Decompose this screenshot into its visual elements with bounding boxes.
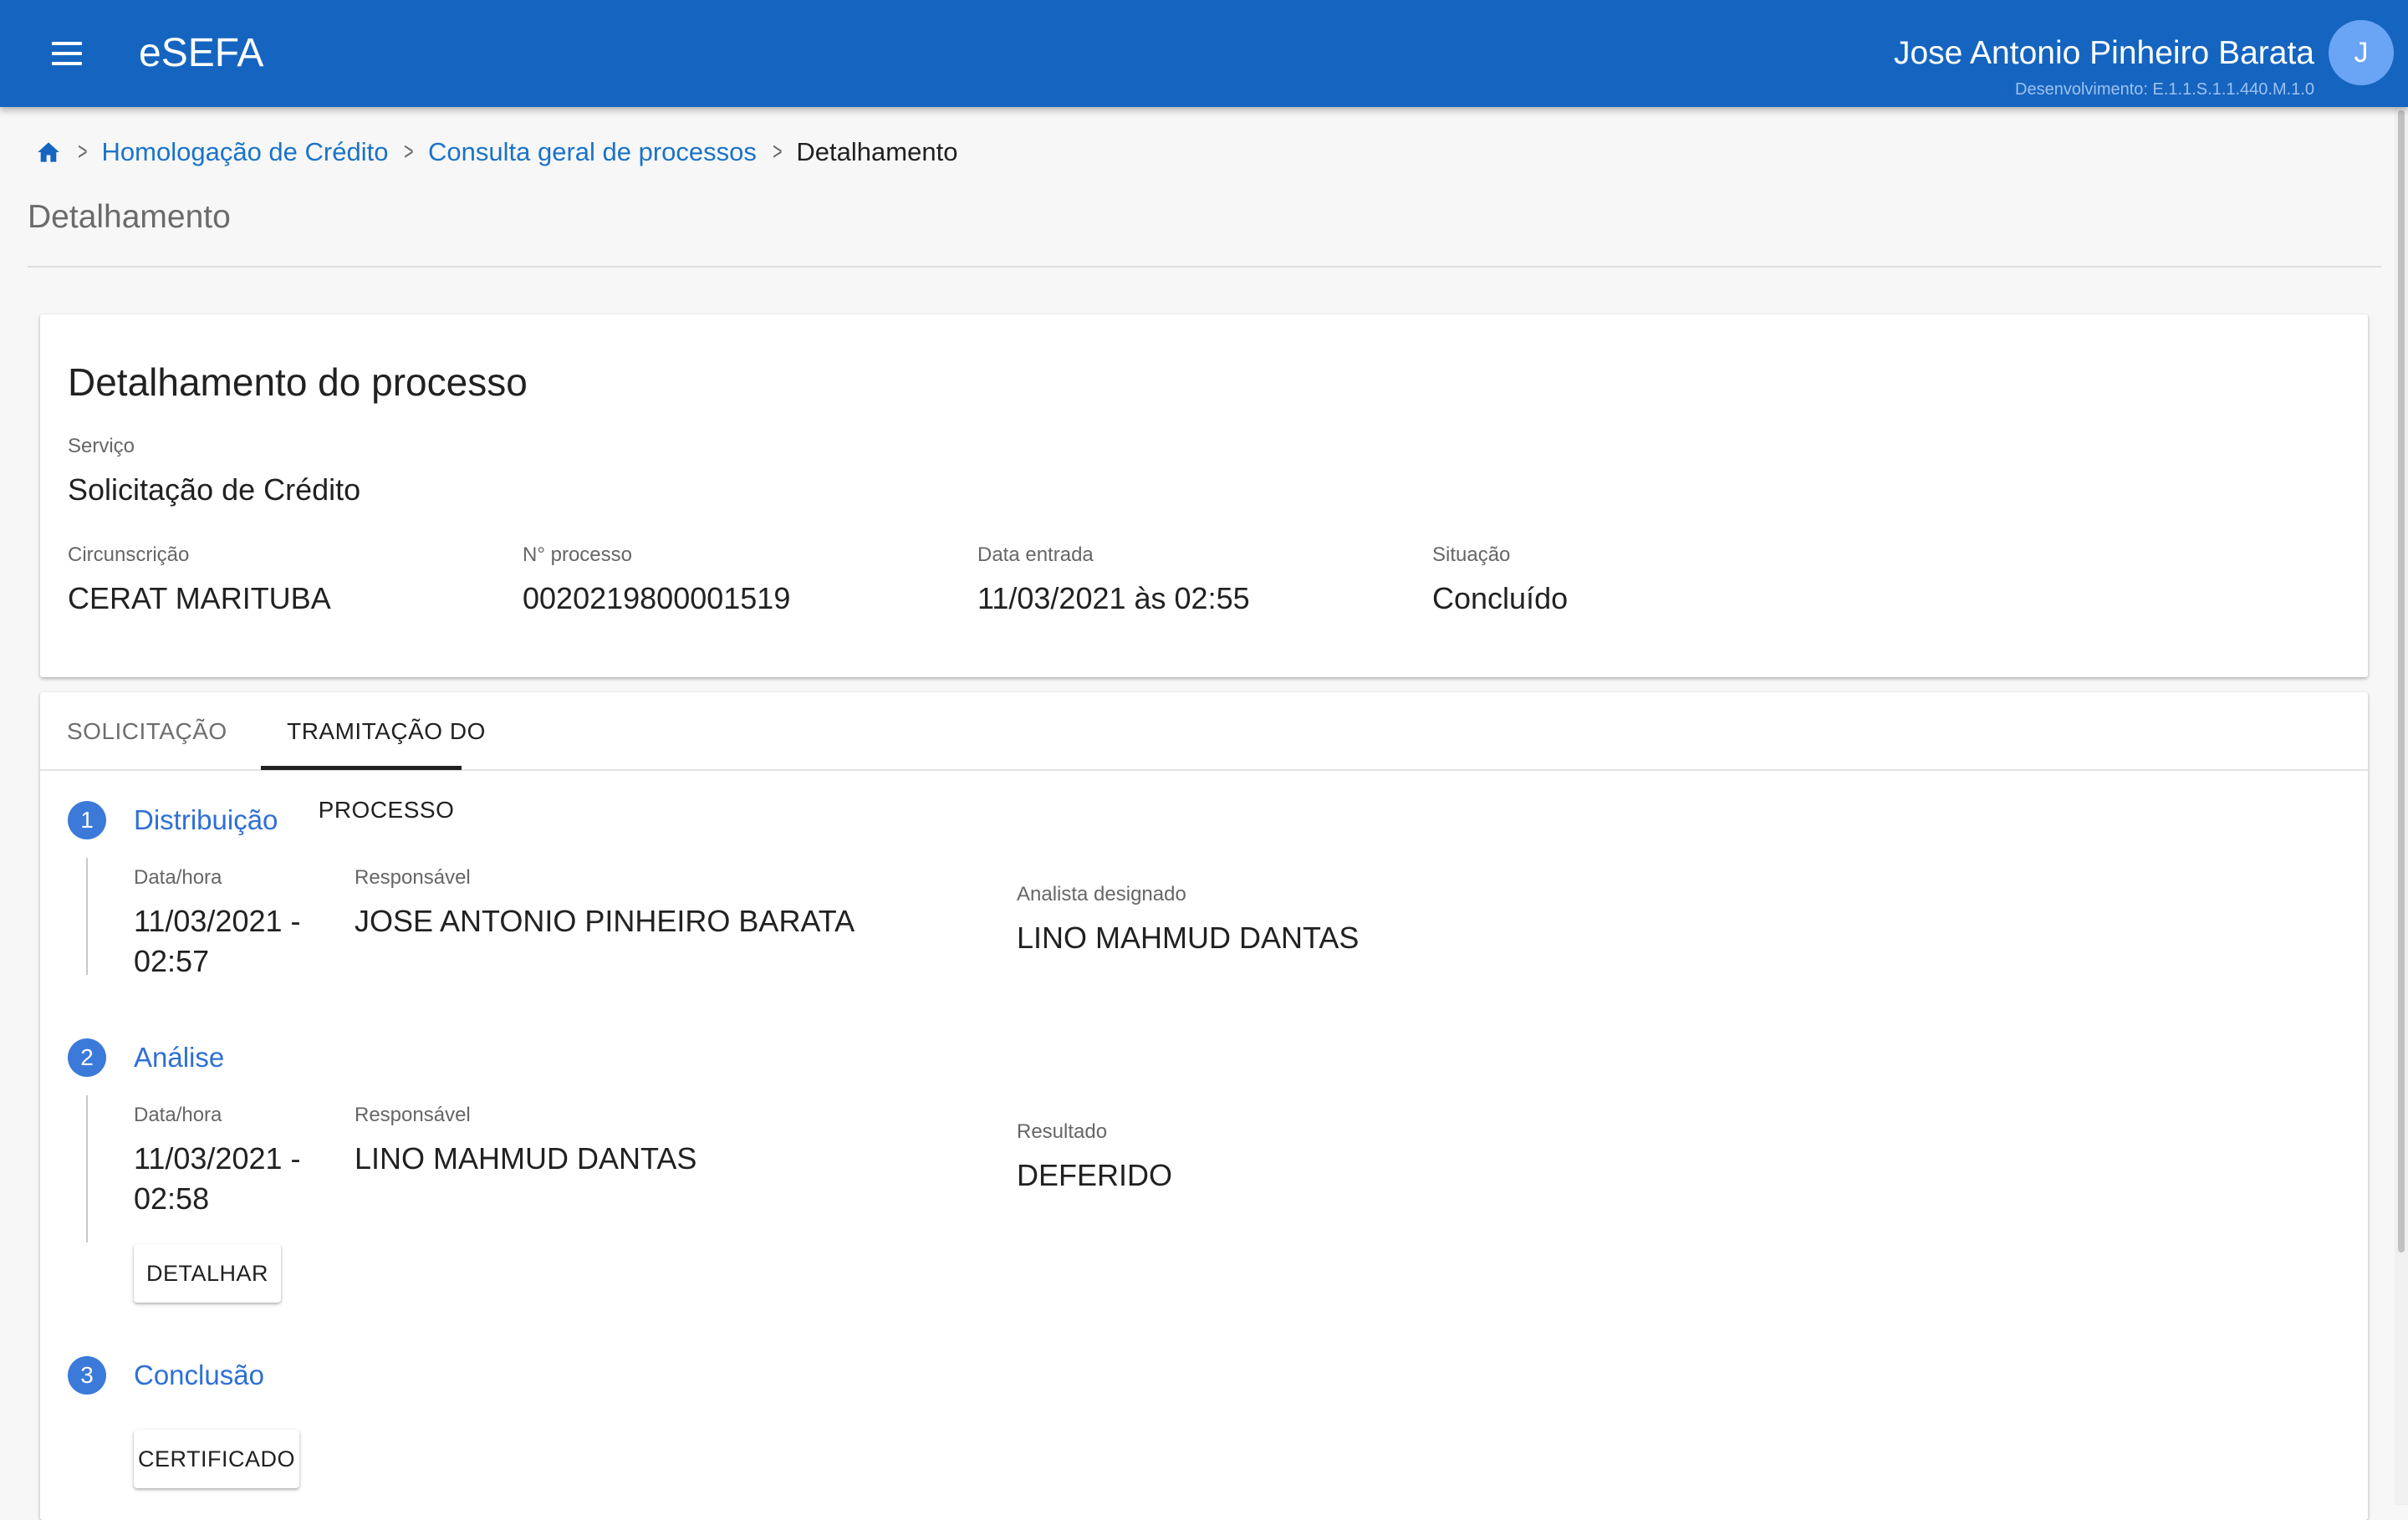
field-value: CERAT MARITUBA [68, 581, 331, 615]
app-bar: eSEFA Jose Antonio Pinheiro Barata Desen… [0, 0, 2408, 107]
step-title-analise: Análise [134, 1042, 225, 1073]
field-label: Responsável [355, 866, 471, 889]
step-number-badge: 2 [68, 1038, 106, 1077]
field-numero-processo: N° processo 0020219800001519 [523, 542, 790, 619]
field-label: Data/hora [134, 866, 222, 889]
menu-icon[interactable] [40, 27, 94, 80]
field-data-entrada: Data entrada 11/03/2021 às 02:55 [977, 542, 1250, 619]
step-number-badge: 1 [68, 801, 106, 839]
field-circunscricao: Circunscrição CERAT MARITUBA [68, 542, 331, 619]
home-icon[interactable] [37, 140, 62, 165]
step-title-conclusao: Conclusão [134, 1359, 264, 1390]
app-title: eSEFA [139, 31, 264, 75]
tab-solicitacao[interactable]: SOLICITAÇÃO [67, 692, 227, 771]
step1-datahora: Data/hora 11/03/2021 - 02:57 [134, 865, 334, 982]
scrollbar[interactable] [2395, 107, 2408, 1505]
certificado-button[interactable]: CERTIFICADO [134, 1430, 299, 1488]
step-title-distribuicao: Distribuição [134, 804, 278, 835]
chevron-right-icon: > [404, 138, 414, 166]
field-value: 11/03/2021 - 02:57 [134, 904, 301, 978]
step-connector [86, 858, 88, 975]
active-tab-indicator [261, 766, 462, 770]
chevron-right-icon: > [78, 138, 88, 166]
breadcrumb-homologacao[interactable]: Homologação de Crédito [102, 137, 389, 167]
environment-version: Desenvolvimento: E.1.1.S.1.1.440.M.1.0 [2015, 80, 2314, 99]
step2-datahora: Data/hora 11/03/2021 - 02:58 [134, 1102, 334, 1219]
field-value: JOSE ANTONIO PINHEIRO BARATA [355, 904, 855, 938]
step-connector [86, 1095, 88, 1242]
step-number-badge: 3 [68, 1356, 106, 1395]
field-value: LINO MAHMUD DANTAS [355, 1141, 697, 1176]
step1-responsavel: Responsável JOSE ANTONIO PINHEIRO BARATA [355, 865, 855, 941]
field-label: Data entrada [977, 543, 1094, 566]
avatar[interactable]: J [2329, 20, 2394, 85]
chevron-right-icon: > [772, 138, 783, 166]
tab-bar: SOLICITAÇÃO TRAMITAÇÃO DO PROCESSO [40, 692, 2368, 823]
field-value: 11/03/2021 às 02:55 [977, 581, 1250, 615]
step1-analista: Analista designado LINO MAHMUD DANTAS [1017, 881, 1359, 958]
field-value: 0020219800001519 [523, 581, 791, 615]
breadcrumb: > Homologação de Crédito > Consulta gera… [37, 134, 957, 171]
step2-responsavel: Responsável LINO MAHMUD DANTAS [355, 1102, 696, 1179]
tab-tramitacao[interactable]: TRAMITAÇÃO DO PROCESSO [261, 692, 512, 823]
field-label: Situação [1432, 543, 1511, 566]
breadcrumb-current: Detalhamento [796, 137, 958, 166]
divider [28, 266, 2381, 268]
field-label: Resultado [1017, 1120, 1108, 1143]
field-label: N° processo [523, 543, 632, 566]
field-label: Responsável [355, 1104, 471, 1126]
scrollbar-thumb[interactable] [2398, 110, 2405, 1252]
card-title: Detalhamento do processo [68, 360, 528, 404]
detalhar-button[interactable]: DETALHAR [134, 1244, 281, 1303]
process-details-card: Detalhamento do processo Serviço Solicit… [40, 314, 2368, 677]
field-label: Serviço [68, 435, 135, 457]
step2-resultado: Resultado DEFERIDO [1017, 1119, 1172, 1196]
field-label: Analista designado [1017, 883, 1186, 905]
process-tabs-card: SOLICITAÇÃO TRAMITAÇÃO DO PROCESSO 1 Dis… [40, 692, 2368, 1520]
user-name[interactable]: Jose Antonio Pinheiro Barata [1894, 32, 2314, 75]
field-value: 11/03/2021 - 02:58 [134, 1141, 301, 1216]
field-label: Data/hora [134, 1104, 222, 1126]
page-title: Detalhamento [28, 199, 231, 235]
field-value: Concluído [1432, 581, 1569, 615]
field-value: LINO MAHMUD DANTAS [1017, 921, 1360, 955]
field-label: Circunscrição [68, 543, 190, 566]
breadcrumb-consulta[interactable]: Consulta geral de processos [428, 137, 757, 167]
field-situacao: Situação Concluído [1432, 542, 1568, 619]
field-value: Solicitação de Crédito [68, 472, 361, 507]
field-value: DEFERIDO [1017, 1158, 1173, 1192]
field-servico: Serviço Solicitação de Crédito [68, 433, 360, 510]
